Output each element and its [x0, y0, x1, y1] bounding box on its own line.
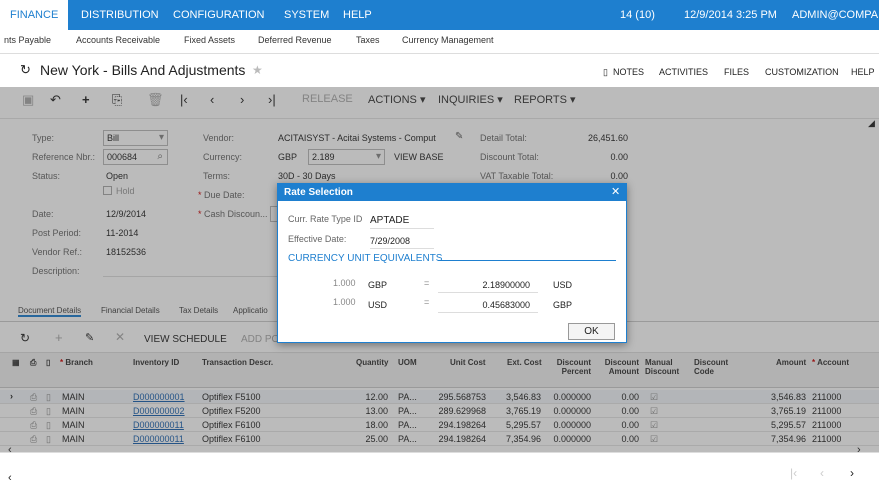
subtab-receivable[interactable]: Accounts Receivable: [76, 35, 160, 45]
section-title: CURRENCY UNIT EQUIVALENTS: [288, 253, 443, 264]
grid-footer: [0, 452, 879, 485]
next-page-icon[interactable]: ›: [850, 466, 854, 480]
subtab-taxes[interactable]: Taxes: [356, 35, 380, 45]
help-link[interactable]: HELP: [851, 67, 875, 77]
rate-input[interactable]: 0.45683000: [438, 300, 530, 310]
subtab-deferred-revenue[interactable]: Deferred Revenue: [258, 35, 332, 45]
menu-distribution[interactable]: DISTRIBUTION: [81, 0, 159, 30]
unit-value: 1.000: [333, 278, 356, 288]
rate-selection-dialog: Rate Selection ✕ Curr. Rate Type ID APTA…: [277, 183, 627, 343]
effective-date-value[interactable]: 7/29/2008: [370, 236, 410, 246]
rate-type-value[interactable]: APTADE: [370, 215, 409, 226]
from-currency: USD: [368, 300, 388, 310]
page-title: New York - Bills And Adjustments: [40, 62, 246, 78]
notes-icon: ▯: [603, 67, 608, 77]
refresh-icon[interactable]: ↻: [20, 62, 31, 78]
menu-help[interactable]: HELP: [343, 0, 372, 30]
to-currency: USD: [553, 280, 573, 290]
subtab-currency[interactable]: Currency Management: [402, 35, 494, 45]
close-icon[interactable]: ✕: [611, 185, 620, 198]
datetime[interactable]: 12/9/2014 3:25 PM: [684, 0, 777, 30]
unit-value: 1.000: [333, 297, 356, 307]
favorite-star-icon[interactable]: ★: [252, 63, 263, 77]
menu-system[interactable]: SYSTEM: [284, 0, 329, 30]
rate-type-underline: [370, 228, 434, 229]
menu-finance[interactable]: FINANCE: [0, 0, 69, 30]
user-menu[interactable]: ADMIN@COMPAN: [792, 0, 879, 30]
ok-button[interactable]: OK: [568, 323, 615, 340]
activities-link[interactable]: ACTIVITIES: [659, 67, 708, 77]
effective-date-underline: [370, 248, 434, 249]
previous-page-icon[interactable]: ‹: [820, 466, 824, 480]
customization-link[interactable]: CUSTOMIZATION: [765, 67, 839, 77]
rate-type-label: Curr. Rate Type ID: [288, 214, 363, 224]
equals-sign: =: [424, 278, 430, 288]
rate-underline: [438, 312, 538, 313]
notification-counter[interactable]: 14 (10): [620, 0, 655, 30]
rate-underline: [438, 292, 538, 293]
to-currency: GBP: [553, 300, 573, 310]
first-page-icon[interactable]: |‹: [790, 466, 797, 480]
subtab-payable[interactable]: nts Payable: [4, 35, 51, 45]
page-scroll-left-icon[interactable]: ‹: [8, 472, 12, 484]
effective-date-label: Effective Date:: [288, 234, 347, 244]
notes-link[interactable]: NOTES: [613, 67, 644, 77]
menu-configuration[interactable]: CONFIGURATION: [173, 0, 264, 30]
from-currency: GBP: [368, 280, 388, 290]
rate-input[interactable]: 2.18900000: [438, 280, 530, 290]
files-link[interactable]: FILES: [724, 67, 749, 77]
section-divider: [438, 260, 616, 261]
equals-sign: =: [424, 297, 430, 307]
subtab-fixed-assets[interactable]: Fixed Assets: [184, 35, 235, 45]
dialog-title: Rate Selection: [278, 184, 626, 201]
